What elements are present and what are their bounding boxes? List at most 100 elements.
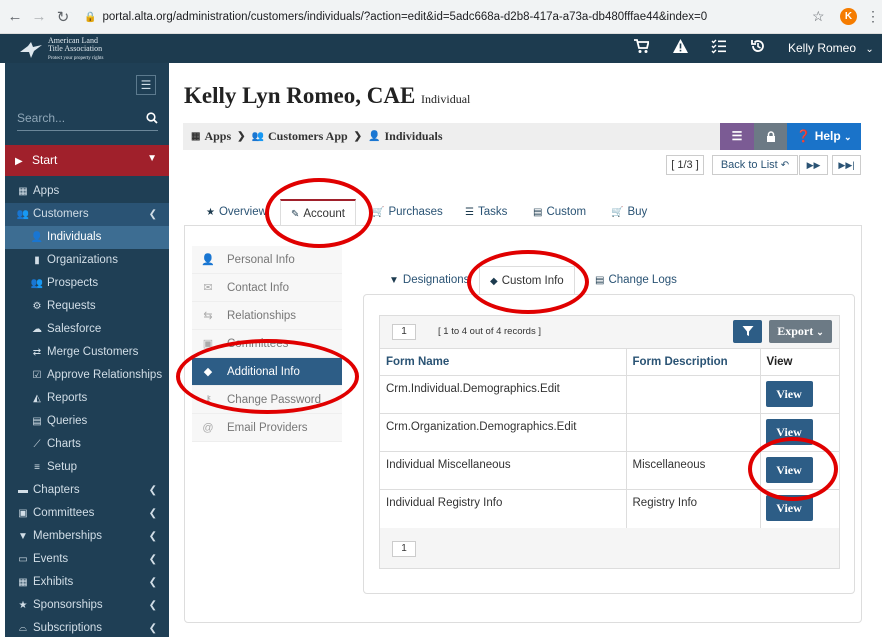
sidebar-item-queries[interactable]: ▤ Queries bbox=[5, 410, 169, 433]
menu-item-additional-info[interactable]: ◆ Additional Info bbox=[192, 358, 342, 386]
menu-item-relationships[interactable]: ⇆ Relationships bbox=[192, 302, 342, 330]
question-circle-icon: ❓ bbox=[796, 129, 812, 143]
page-number-input[interactable]: 1 bbox=[392, 324, 416, 340]
bookmark-star-icon[interactable]: ☆ bbox=[812, 8, 825, 25]
file-icon: ▤ bbox=[595, 275, 605, 286]
users-icon: 👥 bbox=[30, 278, 44, 289]
sidebar-start[interactable]: ▶ Start ▼ bbox=[5, 145, 169, 176]
logo-tagline: Protect your property rights bbox=[48, 56, 104, 61]
sidebar-item-prospects[interactable]: 👥 Prospects bbox=[5, 272, 169, 295]
sidebar-item-reports[interactable]: ◭ Reports bbox=[5, 387, 169, 410]
back-to-list-button[interactable]: Back to List ↶ bbox=[712, 155, 798, 175]
tab-custom[interactable]: ▤ Custom bbox=[533, 199, 586, 226]
sidebar-item-individuals[interactable]: 👤 Individuals bbox=[5, 226, 169, 249]
view-button[interactable]: View bbox=[765, 419, 813, 445]
breadcrumb: ▦ Apps ❯ 👥 Customers App ❯ 👤 Individuals… bbox=[183, 123, 861, 150]
tasks-list-icon[interactable] bbox=[711, 38, 727, 59]
sidebar-item-memberships[interactable]: ▼ Memberships ❮ bbox=[5, 525, 169, 548]
sidebar-item-chapters[interactable]: ▬ Chapters ❮ bbox=[5, 479, 169, 502]
cart-icon[interactable] bbox=[633, 38, 650, 59]
custom-info-panel: 1 [ 1 to 4 out of 4 records ] Export ⌄ F… bbox=[363, 294, 855, 594]
form-name-cell: Individual Miscellaneous bbox=[380, 451, 627, 490]
sidebar-item-salesforce[interactable]: ☁ Salesforce bbox=[5, 318, 169, 341]
sidebar-item-exhibits[interactable]: ▦ Exhibits ❮ bbox=[5, 571, 169, 594]
users-icon: 👥 bbox=[251, 131, 264, 142]
last-record-icon[interactable]: ▶▶| bbox=[832, 155, 861, 175]
search-icon[interactable] bbox=[146, 112, 158, 127]
filter-button[interactable] bbox=[733, 320, 762, 343]
tab-designations[interactable]: ▼ Designations bbox=[389, 266, 469, 294]
address-bar[interactable]: 🔒 portal.alta.org/administration/custome… bbox=[84, 5, 854, 29]
retweet-icon: ⇆ bbox=[203, 310, 213, 322]
view-button[interactable]: View bbox=[765, 495, 813, 521]
sidebar-item-organizations[interactable]: ▮ Organizations bbox=[5, 249, 169, 272]
help-button[interactable]: ❓ Help ⌄ bbox=[787, 123, 861, 150]
tab-change-logs[interactable]: ▤ Change Logs bbox=[595, 266, 677, 294]
grid-icon: ▦ bbox=[18, 186, 28, 197]
sidebar-item-events[interactable]: ▭ Events ❮ bbox=[5, 548, 169, 571]
cart-icon: 🛒 bbox=[611, 207, 624, 218]
tab-purchases[interactable]: 🛒 Purchases bbox=[372, 199, 443, 226]
alta-logo[interactable]: American Land Title Association Protect … bbox=[18, 37, 103, 63]
column-header-form-name[interactable]: Form Name bbox=[380, 348, 627, 376]
back-arrow-icon[interactable]: ← bbox=[6, 8, 24, 25]
table-row: Individual Registry Info Registry Info V… bbox=[380, 489, 839, 528]
sidebar-item-charts[interactable]: ⟋ Charts bbox=[5, 433, 169, 456]
lock-icon: 🔒 bbox=[84, 11, 97, 23]
form-name-cell: Crm.Individual.Demographics.Edit bbox=[380, 375, 627, 414]
menu-item-personal-info[interactable]: 👤 Personal Info bbox=[192, 246, 342, 274]
user-menu[interactable]: Kelly Romeo ⌄ bbox=[788, 41, 874, 55]
tab-tasks[interactable]: ☰ Tasks bbox=[465, 199, 507, 226]
menu-item-committees[interactable]: ▣ Committees bbox=[192, 330, 342, 358]
reply-icon: ↶ bbox=[780, 160, 790, 171]
export-button[interactable]: Export ⌄ bbox=[769, 320, 832, 343]
sidebar-item-setup[interactable]: ≡ Setup bbox=[5, 456, 169, 479]
sidebar-item-requests[interactable]: ⚙ Requests bbox=[5, 295, 169, 318]
bookmark-icon: ▼ bbox=[389, 275, 399, 286]
sidebar-item-merge-customers[interactable]: ⇄ Merge Customers bbox=[5, 341, 169, 364]
breadcrumb-customers-app[interactable]: Customers App bbox=[268, 129, 348, 144]
sidebar-item-committees[interactable]: ▣ Committees ❮ bbox=[5, 502, 169, 525]
tab-buy[interactable]: 🛒 Buy bbox=[611, 199, 647, 226]
chevron-down-icon: ⌄ bbox=[816, 327, 824, 337]
reload-icon[interactable]: ↻ bbox=[54, 8, 72, 26]
custom-forms-table: Form Name Form Description View Crm.Indi… bbox=[380, 348, 839, 528]
column-header-form-description[interactable]: Form Description bbox=[626, 348, 761, 376]
star-icon: ★ bbox=[206, 207, 215, 218]
browser-toolbar: ← → ↻ 🔒 portal.alta.org/administration/c… bbox=[0, 0, 882, 34]
star-icon: ★ bbox=[18, 600, 28, 611]
history-icon[interactable] bbox=[750, 38, 766, 59]
footer-page-number[interactable]: 1 bbox=[392, 541, 416, 557]
tab-account[interactable]: ✎ Account bbox=[280, 199, 356, 226]
sidebar-toggle-icon[interactable]: ☰ bbox=[136, 75, 156, 95]
sidebar-item-apps[interactable]: ▦ Apps bbox=[5, 180, 169, 203]
menu-item-change-password[interactable]: ⚷ Change Password bbox=[192, 386, 342, 414]
browser-menu-icon[interactable]: ⋮ bbox=[866, 8, 880, 25]
next-record-icon[interactable]: ▶▶ bbox=[799, 155, 828, 175]
tab-custom-info[interactable]: ◆ Custom Info bbox=[479, 266, 575, 294]
breadcrumb-apps[interactable]: Apps bbox=[204, 129, 231, 144]
sidebar-item-customers[interactable]: 👥 Customers ❮ bbox=[5, 203, 169, 226]
profile-avatar[interactable]: K bbox=[840, 8, 857, 25]
sidebar-item-approve-relationships[interactable]: ☑ Approve Relationships bbox=[5, 364, 169, 387]
menu-item-email-providers[interactable]: @ Email Providers bbox=[192, 414, 342, 442]
building-icon: ▮ bbox=[34, 255, 40, 266]
search-input[interactable] bbox=[17, 111, 135, 125]
view-button[interactable]: View bbox=[765, 381, 813, 407]
form-name-cell: Individual Registry Info bbox=[380, 489, 627, 528]
tab-overview[interactable]: ★ Overview bbox=[206, 199, 267, 226]
warning-icon[interactable] bbox=[672, 38, 689, 59]
lock-button[interactable] bbox=[754, 123, 787, 150]
forward-arrow-icon[interactable]: → bbox=[30, 8, 48, 25]
eagle-logo-icon bbox=[18, 40, 44, 60]
sidebar-item-subscriptions[interactable]: ⌓ Subscriptions ❮ bbox=[5, 617, 169, 637]
grid-icon: ▦ bbox=[191, 131, 201, 142]
view-button[interactable]: View bbox=[765, 457, 813, 483]
list-menu-button[interactable]: ☰ bbox=[720, 123, 754, 150]
chevron-right-icon: ❯ bbox=[237, 131, 246, 142]
chevron-down-icon: ▼ bbox=[147, 153, 157, 164]
menu-item-contact-info[interactable]: ✉ Contact Info bbox=[192, 274, 342, 302]
records-count: [ 1 to 4 out of 4 records ] bbox=[438, 326, 541, 337]
sidebar-item-sponsorships[interactable]: ★ Sponsorships ❮ bbox=[5, 594, 169, 617]
breadcrumb-individuals[interactable]: Individuals bbox=[385, 129, 443, 144]
